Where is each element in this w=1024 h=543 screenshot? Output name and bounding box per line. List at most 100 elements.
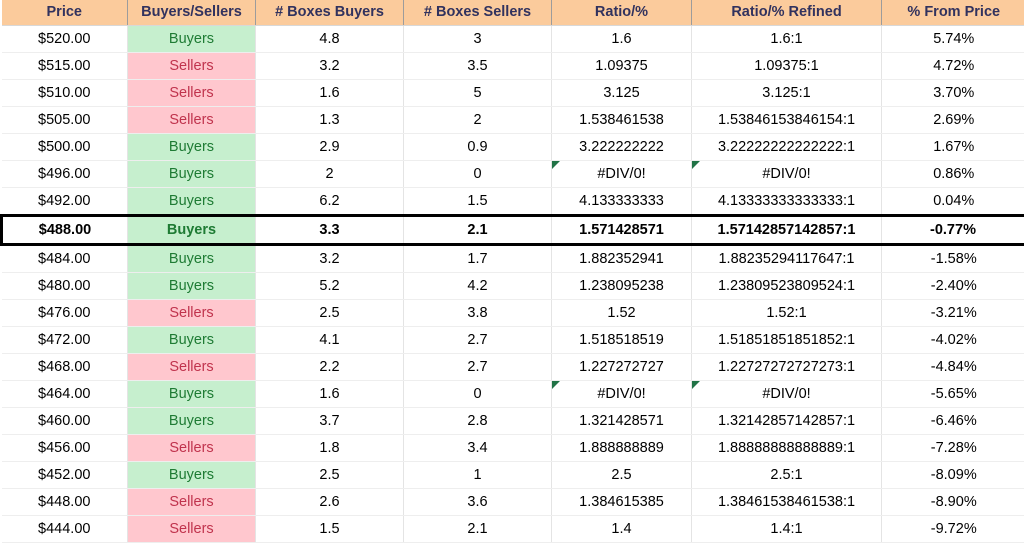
table-row[interactable]: $452.00Buyers2.512.52.5:1-8.09%	[2, 462, 1024, 489]
cell-ratio-refined[interactable]: 1.53846153846154:1	[692, 107, 882, 134]
cell-percent-from-price[interactable]: -2.40%	[882, 273, 1024, 300]
cell-percent-from-price[interactable]: -4.84%	[882, 354, 1024, 381]
cell-boxes-sellers[interactable]: 1.7	[404, 245, 552, 273]
table-row[interactable]: $484.00Buyers3.21.71.8823529411.88235294…	[2, 245, 1024, 273]
cell-ratio-refined[interactable]: 1.22727272727273:1	[692, 354, 882, 381]
cell-ratio[interactable]: 1.09375	[552, 53, 692, 80]
cell-boxes-buyers[interactable]: 1.8	[256, 435, 404, 462]
cell-percent-from-price[interactable]: -8.09%	[882, 462, 1024, 489]
cell-price[interactable]: $452.00	[2, 462, 128, 489]
cell-price[interactable]: $448.00	[2, 489, 128, 516]
cell-buyers-sellers[interactable]: Buyers	[128, 408, 256, 435]
cell-percent-from-price[interactable]: 2.69%	[882, 107, 1024, 134]
cell-ratio-refined[interactable]: #DIV/0!	[692, 161, 882, 188]
cell-buyers-sellers[interactable]: Buyers	[128, 462, 256, 489]
cell-percent-from-price[interactable]: 0.04%	[882, 188, 1024, 216]
cell-price[interactable]: $515.00	[2, 53, 128, 80]
cell-boxes-sellers[interactable]: 2.7	[404, 354, 552, 381]
table-row[interactable]: $496.00Buyers20#DIV/0!#DIV/0!0.86%	[2, 161, 1024, 188]
cell-ratio[interactable]: 1.538461538	[552, 107, 692, 134]
cell-ratio[interactable]: 1.571428571	[552, 216, 692, 245]
cell-buyers-sellers[interactable]: Sellers	[128, 107, 256, 134]
cell-ratio-refined[interactable]: 1.09375:1	[692, 53, 882, 80]
cell-ratio-refined[interactable]: 2.5:1	[692, 462, 882, 489]
cell-percent-from-price[interactable]: -9.72%	[882, 516, 1024, 543]
cell-ratio-refined[interactable]: 1.38461538461538:1	[692, 489, 882, 516]
table-row[interactable]: $448.00Sellers2.63.61.3846153851.3846153…	[2, 489, 1024, 516]
table-row[interactable]: $515.00Sellers3.23.51.093751.09375:14.72…	[2, 53, 1024, 80]
cell-ratio[interactable]: 1.238095238	[552, 273, 692, 300]
cell-boxes-sellers[interactable]: 2.1	[404, 216, 552, 245]
cell-ratio-refined[interactable]: 1.88235294117647:1	[692, 245, 882, 273]
cell-boxes-buyers[interactable]: 1.6	[256, 80, 404, 107]
cell-price[interactable]: $510.00	[2, 80, 128, 107]
cell-buyers-sellers[interactable]: Buyers	[128, 273, 256, 300]
cell-price[interactable]: $496.00	[2, 161, 128, 188]
cell-ratio[interactable]: 1.888888889	[552, 435, 692, 462]
cell-boxes-sellers[interactable]: 3.4	[404, 435, 552, 462]
cell-price[interactable]: $468.00	[2, 354, 128, 381]
column-header-buyers-sellers[interactable]: Buyers/Sellers	[128, 0, 256, 26]
cell-ratio[interactable]: 1.6	[552, 26, 692, 53]
cell-boxes-buyers[interactable]: 3.7	[256, 408, 404, 435]
cell-percent-from-price[interactable]: -6.46%	[882, 408, 1024, 435]
column-header-boxes-buyers[interactable]: # Boxes Buyers	[256, 0, 404, 26]
table-row[interactable]: $468.00Sellers2.22.71.2272727271.2272727…	[2, 354, 1024, 381]
cell-ratio[interactable]: 1.518518519	[552, 327, 692, 354]
cell-boxes-buyers[interactable]: 3.3	[256, 216, 404, 245]
column-header-percent-from-price[interactable]: % From Price	[882, 0, 1024, 26]
cell-buyers-sellers[interactable]: Sellers	[128, 80, 256, 107]
cell-boxes-buyers[interactable]: 4.1	[256, 327, 404, 354]
cell-price[interactable]: $484.00	[2, 245, 128, 273]
cell-ratio[interactable]: 3.222222222	[552, 134, 692, 161]
cell-ratio[interactable]: 1.384615385	[552, 489, 692, 516]
cell-ratio-refined[interactable]: 1.57142857142857:1	[692, 216, 882, 245]
cell-ratio[interactable]: 4.133333333	[552, 188, 692, 216]
cell-buyers-sellers[interactable]: Sellers	[128, 489, 256, 516]
cell-ratio-refined[interactable]: 1.52:1	[692, 300, 882, 327]
cell-percent-from-price[interactable]: 5.74%	[882, 26, 1024, 53]
table-row[interactable]: $464.00Buyers1.60#DIV/0!#DIV/0!-5.65%	[2, 381, 1024, 408]
cell-ratio[interactable]: 1.321428571	[552, 408, 692, 435]
cell-buyers-sellers[interactable]: Buyers	[128, 161, 256, 188]
cell-percent-from-price[interactable]: 3.70%	[882, 80, 1024, 107]
column-header-price[interactable]: Price	[2, 0, 128, 26]
price-ladder-table[interactable]: Price Buyers/Sellers # Boxes Buyers # Bo…	[0, 0, 1024, 543]
cell-ratio-refined[interactable]: 3.22222222222222:1	[692, 134, 882, 161]
table-row[interactable]: $444.00Sellers1.52.11.41.4:1-9.72%	[2, 516, 1024, 543]
cell-price[interactable]: $464.00	[2, 381, 128, 408]
table-row[interactable]: $480.00Buyers5.24.21.2380952381.23809523…	[2, 273, 1024, 300]
cell-buyers-sellers[interactable]: Sellers	[128, 300, 256, 327]
cell-boxes-sellers[interactable]: 0.9	[404, 134, 552, 161]
table-row[interactable]: $505.00Sellers1.321.5384615381.538461538…	[2, 107, 1024, 134]
cell-percent-from-price[interactable]: -4.02%	[882, 327, 1024, 354]
cell-boxes-sellers[interactable]: 2.1	[404, 516, 552, 543]
cell-percent-from-price[interactable]: 1.67%	[882, 134, 1024, 161]
cell-boxes-buyers[interactable]: 1.3	[256, 107, 404, 134]
cell-percent-from-price[interactable]: -5.65%	[882, 381, 1024, 408]
cell-ratio-refined[interactable]: 1.6:1	[692, 26, 882, 53]
cell-boxes-buyers[interactable]: 2.9	[256, 134, 404, 161]
cell-ratio[interactable]: 1.882352941	[552, 245, 692, 273]
cell-ratio-refined[interactable]: 1.32142857142857:1	[692, 408, 882, 435]
cell-ratio[interactable]: 3.125	[552, 80, 692, 107]
cell-boxes-buyers[interactable]: 3.2	[256, 53, 404, 80]
cell-buyers-sellers[interactable]: Sellers	[128, 354, 256, 381]
cell-boxes-sellers[interactable]: 2.7	[404, 327, 552, 354]
cell-boxes-buyers[interactable]: 2.6	[256, 489, 404, 516]
cell-price[interactable]: $480.00	[2, 273, 128, 300]
cell-boxes-buyers[interactable]: 2	[256, 161, 404, 188]
cell-ratio-refined[interactable]: 1.51851851851852:1	[692, 327, 882, 354]
cell-buyers-sellers[interactable]: Sellers	[128, 435, 256, 462]
table-row[interactable]: $500.00Buyers2.90.93.2222222223.22222222…	[2, 134, 1024, 161]
cell-percent-from-price[interactable]: -1.58%	[882, 245, 1024, 273]
cell-boxes-buyers[interactable]: 2.5	[256, 462, 404, 489]
cell-ratio[interactable]: 1.227272727	[552, 354, 692, 381]
column-header-ratio[interactable]: Ratio/%	[552, 0, 692, 26]
cell-ratio-refined[interactable]: 1.88888888888889:1	[692, 435, 882, 462]
cell-boxes-buyers[interactable]: 5.2	[256, 273, 404, 300]
cell-boxes-sellers[interactable]: 3.8	[404, 300, 552, 327]
cell-ratio[interactable]: #DIV/0!	[552, 381, 692, 408]
cell-boxes-buyers[interactable]: 2.2	[256, 354, 404, 381]
cell-buyers-sellers[interactable]: Sellers	[128, 53, 256, 80]
